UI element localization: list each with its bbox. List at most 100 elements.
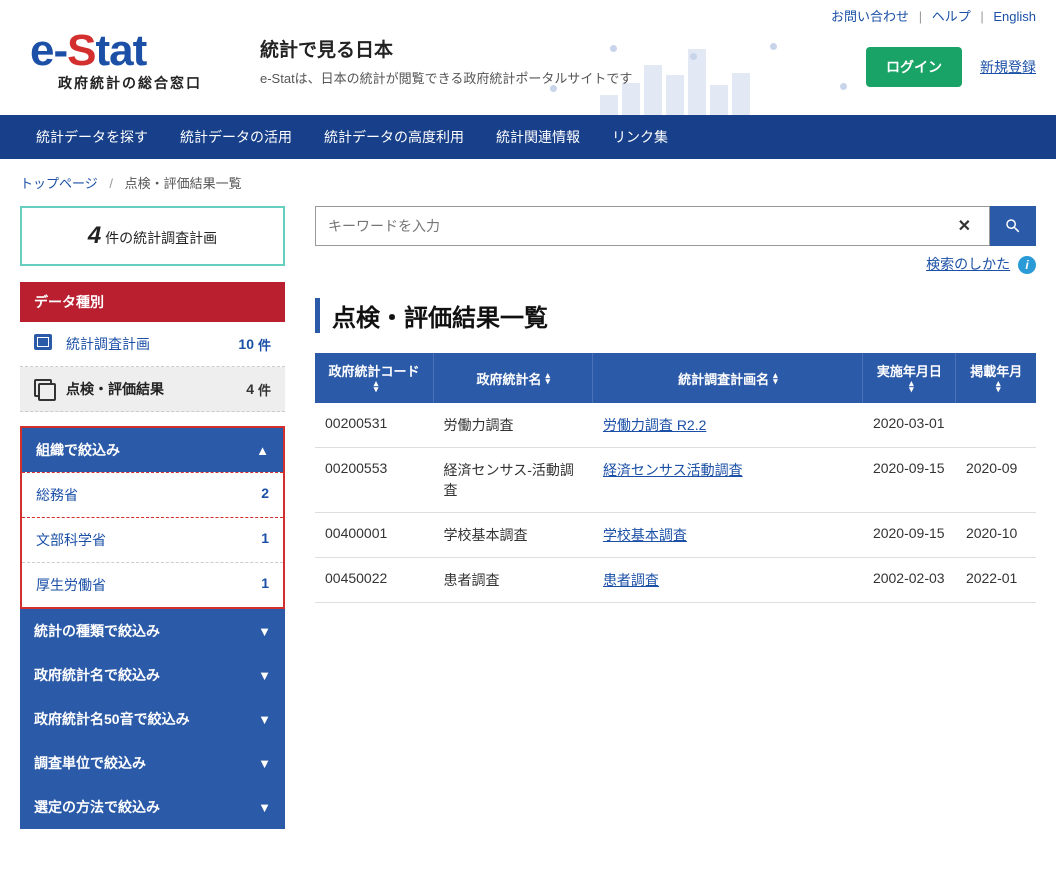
plan-link[interactable]: 経済センサス活動調査 (603, 462, 743, 478)
search-help-link[interactable]: 検索のしかた (926, 256, 1010, 272)
col-plan[interactable]: 統計調査計画名 (593, 353, 863, 403)
data-type-label: 点検・評価結果 (66, 379, 246, 399)
col-name[interactable]: 政府統計名 (434, 353, 593, 403)
filter-header-label: 調査単位で絞込み (34, 753, 258, 773)
search-button[interactable] (990, 206, 1036, 246)
data-type-unit: 件 (258, 380, 271, 399)
col-date[interactable]: 実施年月日 (863, 353, 956, 403)
cell-pub: 2020-10 (956, 513, 1036, 558)
chevron-down-icon: ▼ (258, 800, 271, 815)
cell-date: 2020-09-15 (863, 513, 956, 558)
plan-link[interactable]: 学校基本調査 (603, 527, 687, 543)
plan-icon (34, 334, 56, 354)
breadcrumb-current: 点検・評価結果一覧 (125, 176, 242, 191)
clear-icon[interactable]: ✕ (952, 216, 977, 236)
logo[interactable]: e-Stat 政府統計の総合窓口 (30, 25, 230, 93)
cell-name: 労働力調査 (434, 403, 593, 448)
filter-header-label: 政府統計名で絞込み (34, 665, 258, 685)
cell-date: 2020-09-15 (863, 448, 956, 513)
filter-item-count: 1 (261, 575, 269, 595)
chevron-down-icon: ▼ (258, 712, 271, 727)
filter-header-label: 選定の方法で絞込み (34, 797, 258, 817)
table-row: 00400001 学校基本調査 学校基本調査 2020-09-15 2020-1… (315, 513, 1036, 558)
chevron-down-icon: ▼ (258, 624, 271, 639)
cell-code: 00400001 (315, 513, 434, 558)
data-type-count: 10 (238, 336, 254, 352)
sort-icon[interactable] (545, 372, 550, 384)
filter-method[interactable]: 選定の方法で絞込み ▼ (20, 785, 285, 829)
cell-code: 00200553 (315, 448, 434, 513)
page-title: 点検・評価結果一覧 (315, 298, 1036, 333)
sort-icon[interactable] (773, 372, 778, 384)
filter-item-count: 2 (261, 485, 269, 505)
english-link[interactable]: English (993, 9, 1036, 24)
filter-item-mhlw[interactable]: 厚生労働省 1 (22, 563, 283, 607)
help-link[interactable]: ヘルプ (932, 9, 971, 24)
data-type-label: 統計調査計画 (66, 334, 238, 354)
plan-link[interactable]: 労働力調査 R2.2 (603, 417, 706, 433)
data-type-result[interactable]: 点検・評価結果 4 件 (20, 367, 285, 412)
filter-stat-name[interactable]: 政府統計名で絞込み ▼ (20, 653, 285, 697)
filter-item-label: 総務省 (36, 485, 261, 505)
table-row: 00200531 労働力調査 労働力調査 R2.2 2020-03-01 (315, 403, 1036, 448)
cell-date: 2002-02-03 (863, 558, 956, 603)
cell-pub (956, 403, 1036, 448)
filter-item-label: 厚生労働省 (36, 575, 261, 595)
tagline-desc: e-Statは、日本の統計が閲覧できる政府統計ポータルサイトです (260, 68, 632, 87)
login-button[interactable]: ログイン (866, 47, 962, 87)
chevron-down-icon: ▼ (258, 668, 271, 683)
filter-header-label: 統計の種類で絞込み (34, 621, 258, 641)
nav-search-data[interactable]: 統計データを探す (20, 115, 164, 159)
cell-date: 2020-03-01 (863, 403, 956, 448)
sort-icon[interactable] (909, 380, 914, 392)
filter-stat-50on[interactable]: 政府統計名50音で絞込み ▼ (20, 697, 285, 741)
breadcrumb-home[interactable]: トップページ (20, 176, 98, 191)
filter-item-soumu[interactable]: 総務省 2 (22, 472, 283, 518)
filter-org-header[interactable]: 組織で絞込み ▲ (22, 428, 283, 472)
nav-use-data[interactable]: 統計データの活用 (164, 115, 308, 159)
data-type-plan[interactable]: 統計調査計画 10 件 (20, 322, 285, 367)
filter-header-label: 政府統計名50音で絞込み (34, 709, 258, 729)
nav-related[interactable]: 統計関連情報 (480, 115, 596, 159)
chevron-down-icon: ▼ (258, 756, 271, 771)
result-icon (34, 379, 56, 399)
filter-item-count: 1 (261, 530, 269, 550)
filter-header-label: 組織で絞込み (36, 440, 256, 460)
cell-pub: 2020-09 (956, 448, 1036, 513)
filter-item-label: 文部科学省 (36, 530, 261, 550)
sort-icon[interactable] (996, 380, 1001, 392)
separator: | (980, 9, 983, 24)
table-row: 00450022 患者調査 患者調査 2002-02-03 2022-01 (315, 558, 1036, 603)
cell-pub: 2022-01 (956, 558, 1036, 603)
data-type-count: 4 (246, 381, 254, 397)
separator: | (919, 9, 922, 24)
filter-stat-type[interactable]: 統計の種類で絞込み ▼ (20, 609, 285, 653)
cell-name: 学校基本調査 (434, 513, 593, 558)
result-count-label: 件の統計調査計画 (105, 230, 217, 246)
cell-name: 患者調査 (434, 558, 593, 603)
data-type-unit: 件 (258, 335, 271, 354)
plan-link[interactable]: 患者調査 (603, 572, 659, 588)
sort-icon[interactable] (374, 380, 379, 392)
nav-links[interactable]: リンク集 (596, 115, 684, 159)
cell-name: 経済センサス-活動調査 (434, 448, 593, 513)
col-pub[interactable]: 掲載年月 (956, 353, 1036, 403)
filter-item-mext[interactable]: 文部科学省 1 (22, 518, 283, 563)
nav-advanced[interactable]: 統計データの高度利用 (308, 115, 480, 159)
table-row: 00200553 経済センサス-活動調査 経済センサス活動調査 2020-09-… (315, 448, 1036, 513)
result-count-box: 4 件の統計調査計画 (20, 206, 285, 266)
chevron-up-icon: ▲ (256, 443, 269, 458)
tagline-title: 統計で見る日本 (260, 35, 632, 62)
info-icon[interactable]: i (1018, 256, 1036, 274)
contact-link[interactable]: お問い合わせ (831, 9, 909, 24)
search-icon (1004, 217, 1022, 235)
breadcrumb: トップページ / 点検・評価結果一覧 (0, 159, 1056, 206)
col-code[interactable]: 政府統計コード (315, 353, 434, 403)
search-input[interactable] (328, 218, 952, 234)
result-count-number: 4 (88, 222, 101, 249)
results-table: 政府統計コード 政府統計名 統計調査計画名 実施年月日 掲載年月 0020053… (315, 353, 1036, 603)
filter-unit[interactable]: 調査単位で絞込み ▼ (20, 741, 285, 785)
cell-code: 00200531 (315, 403, 434, 448)
register-link[interactable]: 新規登録 (980, 57, 1036, 77)
data-type-header: データ種別 (20, 282, 285, 322)
